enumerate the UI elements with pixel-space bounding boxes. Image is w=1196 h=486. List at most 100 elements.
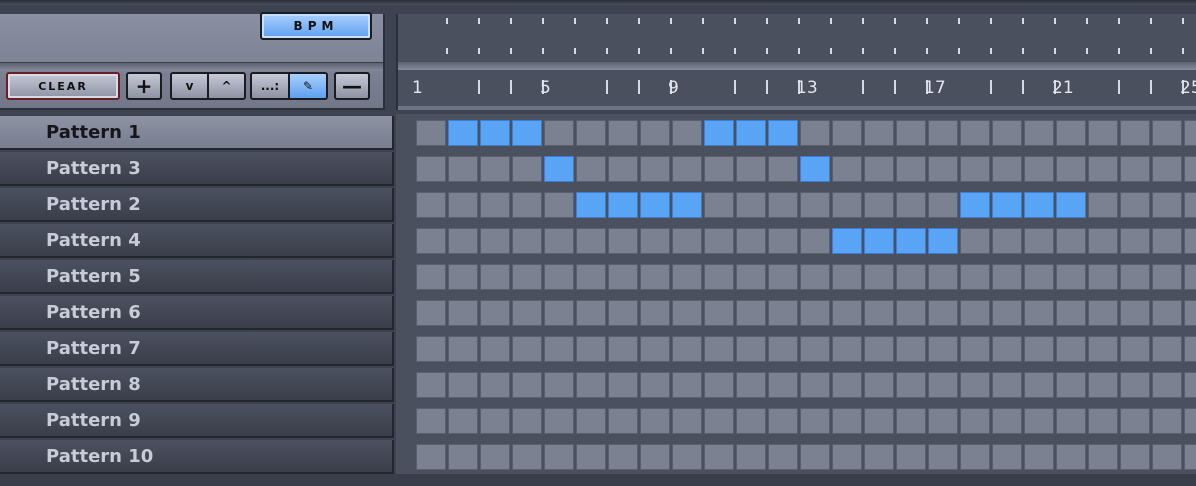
step-cell[interactable] xyxy=(896,300,926,326)
step-cell[interactable] xyxy=(736,444,766,470)
step-cell[interactable] xyxy=(672,156,702,182)
step-cell[interactable] xyxy=(480,228,510,254)
step-cell[interactable] xyxy=(576,228,606,254)
select-tool-button[interactable]: ...: xyxy=(252,74,290,98)
step-cell[interactable] xyxy=(512,408,542,434)
step-cell[interactable] xyxy=(1184,264,1196,290)
step-cell[interactable] xyxy=(768,300,798,326)
step-cell[interactable] xyxy=(640,264,670,290)
step-cell[interactable] xyxy=(1120,192,1150,218)
step-cell[interactable] xyxy=(864,444,894,470)
step-cell-active[interactable] xyxy=(448,120,478,146)
step-cell[interactable] xyxy=(896,444,926,470)
step-cell[interactable] xyxy=(704,264,734,290)
step-cell[interactable] xyxy=(1152,336,1182,362)
step-cell[interactable] xyxy=(992,408,1022,434)
step-cell[interactable] xyxy=(608,228,638,254)
step-cell[interactable] xyxy=(768,264,798,290)
step-cell[interactable] xyxy=(1184,336,1196,362)
step-cell[interactable] xyxy=(1024,300,1054,326)
step-cell[interactable] xyxy=(704,228,734,254)
step-cell[interactable] xyxy=(480,192,510,218)
step-cell-active[interactable] xyxy=(768,120,798,146)
step-cell[interactable] xyxy=(928,120,958,146)
step-cell[interactable] xyxy=(832,264,862,290)
step-cell[interactable] xyxy=(480,372,510,398)
step-cell[interactable] xyxy=(800,372,830,398)
step-cell[interactable] xyxy=(992,228,1022,254)
step-cell[interactable] xyxy=(1152,372,1182,398)
step-cell[interactable] xyxy=(1088,120,1118,146)
step-cell[interactable] xyxy=(1184,408,1196,434)
step-cell[interactable] xyxy=(672,444,702,470)
step-cell[interactable] xyxy=(928,444,958,470)
step-cell[interactable] xyxy=(608,408,638,434)
step-cell-active[interactable] xyxy=(960,192,990,218)
step-cell[interactable] xyxy=(1088,336,1118,362)
step-cell[interactable] xyxy=(448,264,478,290)
add-pattern-button[interactable]: + xyxy=(126,72,162,100)
step-cell[interactable] xyxy=(416,444,446,470)
step-cell[interactable] xyxy=(1184,156,1196,182)
step-cell[interactable] xyxy=(1056,156,1086,182)
pattern-label[interactable]: Pattern 9 xyxy=(0,404,394,438)
step-cell[interactable] xyxy=(1120,300,1150,326)
step-cell[interactable] xyxy=(704,192,734,218)
timeline-ruler[interactable]: 1 5 9 13 17 21 25 xyxy=(396,14,1196,110)
step-cell[interactable] xyxy=(928,372,958,398)
step-cell[interactable] xyxy=(1152,120,1182,146)
bpm-button[interactable]: BPM xyxy=(260,12,372,40)
step-cell[interactable] xyxy=(832,408,862,434)
step-cell[interactable] xyxy=(512,336,542,362)
step-cell[interactable] xyxy=(416,228,446,254)
pattern-label[interactable]: Pattern 6 xyxy=(0,296,394,330)
step-cell[interactable] xyxy=(896,336,926,362)
step-cell[interactable] xyxy=(896,408,926,434)
step-cell[interactable] xyxy=(672,408,702,434)
step-cell[interactable] xyxy=(832,156,862,182)
step-cell[interactable] xyxy=(416,120,446,146)
step-cell[interactable] xyxy=(800,408,830,434)
step-cell[interactable] xyxy=(576,264,606,290)
step-cell[interactable] xyxy=(448,372,478,398)
step-cell[interactable] xyxy=(992,372,1022,398)
step-cell[interactable] xyxy=(512,156,542,182)
step-cell[interactable] xyxy=(1056,444,1086,470)
step-cell[interactable] xyxy=(928,408,958,434)
step-cell[interactable] xyxy=(1088,408,1118,434)
step-cell[interactable] xyxy=(1056,408,1086,434)
step-cell[interactable] xyxy=(544,444,574,470)
step-cell[interactable] xyxy=(1056,372,1086,398)
step-cell[interactable] xyxy=(1056,336,1086,362)
step-cell[interactable] xyxy=(864,408,894,434)
step-cell[interactable] xyxy=(608,264,638,290)
step-cell[interactable] xyxy=(800,192,830,218)
step-cell[interactable] xyxy=(704,156,734,182)
step-cell[interactable] xyxy=(576,156,606,182)
step-cell[interactable] xyxy=(1152,444,1182,470)
step-cell[interactable] xyxy=(672,372,702,398)
step-cell[interactable] xyxy=(960,300,990,326)
step-cell[interactable] xyxy=(864,120,894,146)
step-cell[interactable] xyxy=(1024,264,1054,290)
step-cell[interactable] xyxy=(1120,120,1150,146)
step-cell[interactable] xyxy=(992,264,1022,290)
step-cell[interactable] xyxy=(992,120,1022,146)
step-cell-active[interactable] xyxy=(544,156,574,182)
step-cell[interactable] xyxy=(896,372,926,398)
step-cell[interactable] xyxy=(896,192,926,218)
step-cell[interactable] xyxy=(544,264,574,290)
step-cell[interactable] xyxy=(640,408,670,434)
step-cell[interactable] xyxy=(800,300,830,326)
step-cell[interactable] xyxy=(1184,228,1196,254)
step-cell[interactable] xyxy=(480,408,510,434)
step-cell[interactable] xyxy=(480,264,510,290)
step-cell[interactable] xyxy=(480,444,510,470)
step-cell[interactable] xyxy=(704,372,734,398)
step-cell[interactable] xyxy=(1184,372,1196,398)
step-cell[interactable] xyxy=(416,372,446,398)
step-cell[interactable] xyxy=(608,156,638,182)
step-cell[interactable] xyxy=(768,408,798,434)
step-cell[interactable] xyxy=(1184,192,1196,218)
step-cell[interactable] xyxy=(416,408,446,434)
